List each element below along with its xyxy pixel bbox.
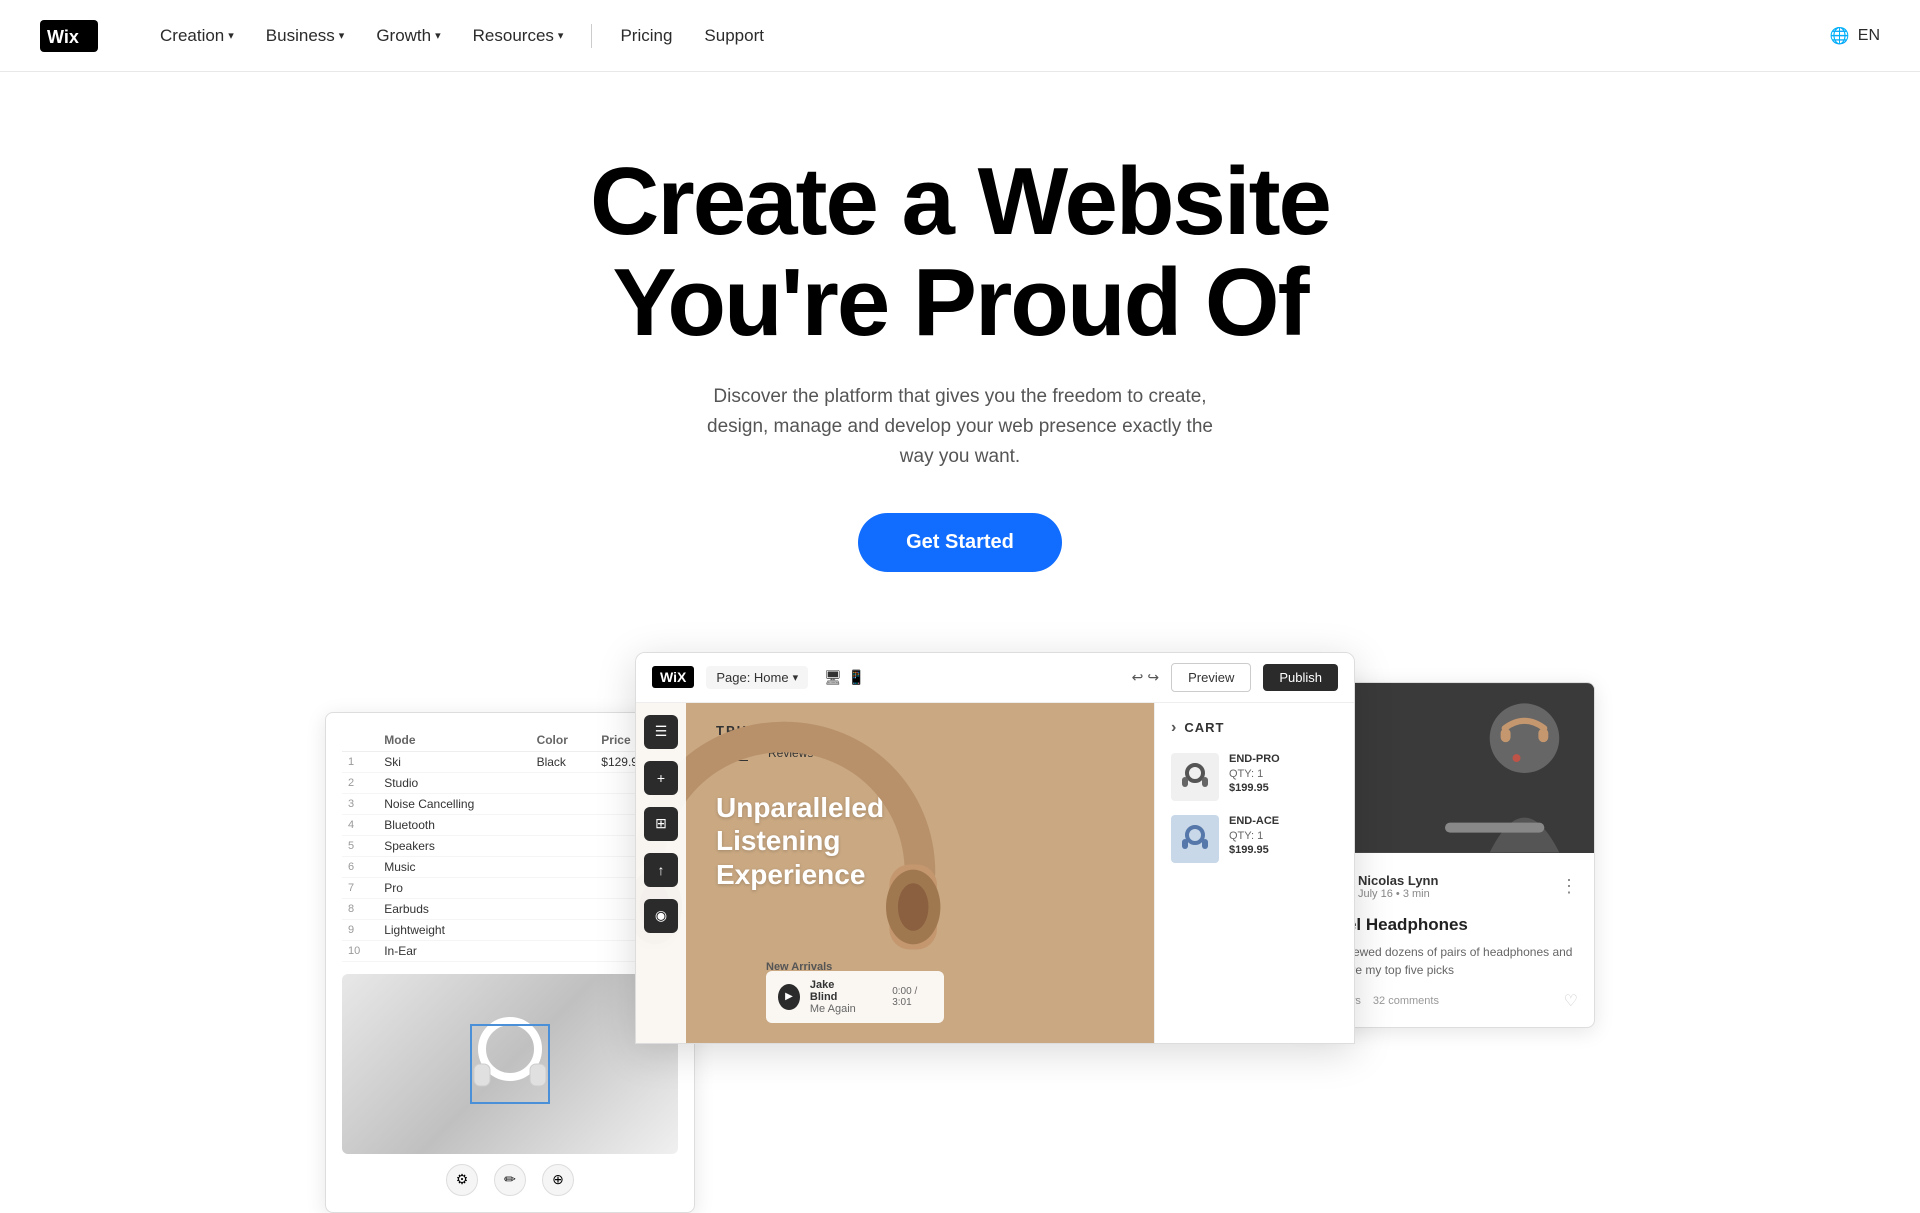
cart-item-info-2: END-ACE QTY: 1 $199.95 bbox=[1229, 815, 1279, 856]
nav-item-business[interactable]: Business ▾ bbox=[254, 18, 357, 54]
nav-item-growth[interactable]: Growth ▾ bbox=[364, 18, 452, 54]
table-row: 5Speakers bbox=[342, 835, 678, 856]
page-selector[interactable]: Page: Home ▾ bbox=[706, 666, 808, 689]
site-content: TPHONES Home Reviews Shop Unparalleled L… bbox=[686, 703, 1154, 1043]
cart-item-image-1 bbox=[1171, 753, 1219, 801]
publish-button[interactable]: Publish bbox=[1263, 664, 1338, 691]
chevron-down-icon: ▾ bbox=[558, 29, 564, 42]
database-icon[interactable]: ◉ bbox=[644, 899, 678, 933]
table-row: 6Music bbox=[342, 856, 678, 877]
like-button[interactable]: ♡ bbox=[1564, 991, 1578, 1011]
nav-item-pricing[interactable]: Pricing bbox=[608, 18, 684, 54]
nav-links: Creation ▾ Business ▾ Growth ▾ Resources… bbox=[148, 18, 776, 54]
duplicate-tool-button[interactable]: ⊕ bbox=[542, 1164, 574, 1196]
cart-expand-icon[interactable]: › bbox=[1171, 719, 1176, 737]
edit-tool-button[interactable]: ✏ bbox=[494, 1164, 526, 1196]
website-preview: ☰ + ⊞ ↑ ◉ TPHONES Home Reviews Shop Unpa… bbox=[636, 703, 1354, 1043]
table-row: 3Noise Cancelling bbox=[342, 793, 678, 814]
hero-title: Create a Website You're Proud Of bbox=[40, 152, 1880, 354]
undo-redo: ↩ ↪ bbox=[1132, 669, 1159, 686]
headphone-preview bbox=[342, 974, 678, 1154]
table-row: 8Earbuds bbox=[342, 898, 678, 919]
table-row: 1SkiBlack$129.95 bbox=[342, 751, 678, 772]
logo[interactable]: Wix bbox=[40, 20, 98, 52]
globe-icon: 🌐 bbox=[1830, 26, 1850, 46]
cart-item-image-2 bbox=[1171, 815, 1219, 863]
editor-left-toolbar: ☰ + ⊞ ↑ ◉ bbox=[636, 703, 686, 1043]
cart-item-2: END-ACE QTY: 1 $199.95 bbox=[1171, 815, 1338, 863]
device-icons: 🖥 📱 bbox=[824, 669, 865, 686]
chevron-down-icon: ▾ bbox=[435, 29, 441, 42]
cart-header: › CART bbox=[1171, 719, 1338, 737]
svg-text:Wix: Wix bbox=[47, 27, 79, 47]
cart-item-info-1: END-PRO QTY: 1 $199.95 bbox=[1229, 753, 1280, 794]
nav-right: 🌐 EN bbox=[1830, 26, 1880, 46]
editor-toolbar: WiX Page: Home ▾ 🖥 📱 ↩ ↪ Preview Publish bbox=[636, 653, 1354, 703]
cart-panel: › CART END-PRO QT bbox=[1154, 703, 1354, 1043]
product-table: Mode Color Price 1SkiBlack$129.95 2Studi… bbox=[342, 729, 678, 962]
pages-icon[interactable]: ☰ bbox=[644, 715, 678, 749]
hero-section: Create a Website You're Proud Of Discove… bbox=[0, 72, 1920, 632]
more-options-button[interactable]: ⋮ bbox=[1560, 876, 1578, 897]
add-icon[interactable]: + bbox=[644, 761, 678, 795]
navigation: Wix Creation ▾ Business ▾ Growth ▾ Resou… bbox=[0, 0, 1920, 72]
editor-logo: WiX bbox=[652, 666, 694, 688]
table-row: 10In-Ear bbox=[342, 940, 678, 961]
nav-divider bbox=[591, 24, 592, 48]
undo-button[interactable]: ↩ bbox=[1132, 669, 1144, 686]
upload-icon[interactable]: ↑ bbox=[644, 853, 678, 887]
editor-chrome: WiX Page: Home ▾ 🖥 📱 ↩ ↪ Preview Publish bbox=[635, 652, 1355, 1044]
preview-button[interactable]: Preview bbox=[1171, 663, 1251, 692]
nav-item-resources[interactable]: Resources ▾ bbox=[461, 18, 576, 54]
demo-section: Mode Color Price 1SkiBlack$129.95 2Studi… bbox=[0, 652, 1920, 1213]
table-row: 9Lightweight bbox=[342, 919, 678, 940]
mobile-icon[interactable]: 📱 bbox=[848, 669, 865, 686]
chevron-down-icon: ▾ bbox=[793, 671, 799, 684]
cart-item-1: END-PRO QTY: 1 $199.95 bbox=[1171, 753, 1338, 801]
desktop-icon[interactable]: 🖥 bbox=[824, 669, 842, 686]
nav-item-creation[interactable]: Creation ▾ bbox=[148, 18, 246, 54]
table-row: 2Studio bbox=[342, 772, 678, 793]
nav-item-support[interactable]: Support bbox=[692, 18, 776, 54]
editor-wrapper: WiX Page: Home ▾ 🖥 📱 ↩ ↪ Preview Publish bbox=[635, 652, 1355, 1044]
author-info: Nicolas Lynn July 16 • 3 min bbox=[1358, 873, 1550, 900]
redo-button[interactable]: ↪ bbox=[1147, 669, 1159, 686]
chevron-down-icon: ▾ bbox=[228, 29, 234, 42]
settings-tool-button[interactable]: ⚙ bbox=[446, 1164, 478, 1196]
table-row: 7Pro bbox=[342, 877, 678, 898]
chevron-down-icon: ▾ bbox=[339, 29, 345, 42]
get-started-button[interactable]: Get Started bbox=[858, 513, 1062, 572]
components-icon[interactable]: ⊞ bbox=[644, 807, 678, 841]
table-row: 4Bluetooth bbox=[342, 814, 678, 835]
selection-box bbox=[470, 1024, 550, 1104]
hero-subtitle: Discover the platform that gives you the… bbox=[690, 382, 1230, 473]
card-tools: ⚙ ✏ ⊕ bbox=[342, 1164, 678, 1196]
